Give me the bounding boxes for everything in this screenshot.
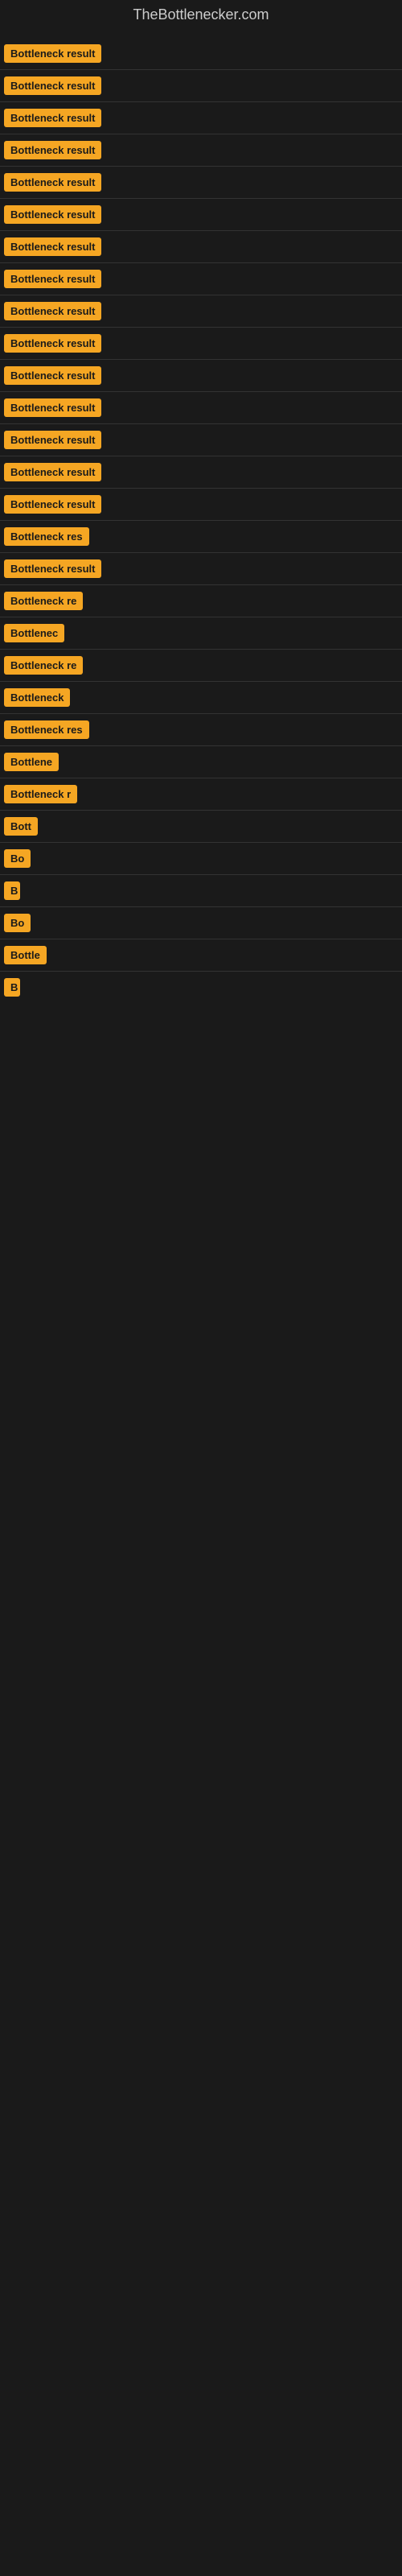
bottleneck-item: Bottleneck result	[4, 44, 398, 63]
bottleneck-badge[interactable]: Bottleneck result	[4, 559, 101, 578]
separator	[0, 198, 402, 199]
bottleneck-badge[interactable]: B	[4, 978, 20, 997]
bottleneck-badge[interactable]: Bottleneck result	[4, 302, 101, 320]
separator	[0, 391, 402, 392]
bottleneck-badge[interactable]: B	[4, 881, 20, 900]
bottleneck-badge[interactable]: Bottleneck result	[4, 205, 101, 224]
bottleneck-item: Bottlenec	[4, 624, 398, 642]
bottleneck-item: Bottleneck r	[4, 785, 398, 803]
separator	[0, 423, 402, 424]
bottleneck-item: Bottleneck result	[4, 302, 398, 320]
bottleneck-badge[interactable]: Bottlenec	[4, 624, 64, 642]
bottleneck-item: Bottleneck re	[4, 592, 398, 610]
bottleneck-item: Bottleneck result	[4, 237, 398, 256]
bottleneck-badge[interactable]: Bottleneck result	[4, 495, 101, 514]
bottleneck-item: B	[4, 978, 398, 997]
bottleneck-badge[interactable]: Bottleneck result	[4, 463, 101, 481]
bottleneck-badge[interactable]: Bottleneck re	[4, 592, 83, 610]
bottleneck-badge[interactable]: Bottleneck result	[4, 44, 101, 63]
bottleneck-badge[interactable]: Bott	[4, 817, 38, 836]
bottleneck-list: Bottleneck result Bottleneck result Bottle…	[0, 30, 402, 1011]
bottleneck-badge[interactable]: Bo	[4, 914, 31, 932]
separator	[0, 69, 402, 70]
separator	[0, 649, 402, 650]
bottleneck-item: Bo	[4, 914, 398, 932]
bottleneck-badge[interactable]: Bottleneck result	[4, 270, 101, 288]
bottleneck-badge[interactable]: Bottleneck result	[4, 237, 101, 256]
bottleneck-badge[interactable]: Bottleneck result	[4, 76, 101, 95]
bottleneck-item: Bottleneck re	[4, 656, 398, 675]
separator	[0, 906, 402, 907]
bottleneck-badge[interactable]: Bottle	[4, 946, 47, 964]
bottleneck-badge[interactable]: Bottleneck res	[4, 720, 89, 739]
bottleneck-item: Bottleneck result	[4, 398, 398, 417]
bottleneck-item: Bottleneck result	[4, 76, 398, 95]
separator	[0, 552, 402, 553]
bottleneck-badge[interactable]: Bottleneck result	[4, 398, 101, 417]
separator	[0, 842, 402, 843]
separator	[0, 971, 402, 972]
separator	[0, 166, 402, 167]
bottleneck-badge[interactable]: Bottleneck	[4, 688, 70, 707]
separator	[0, 327, 402, 328]
separator	[0, 681, 402, 682]
site-title: TheBottlenecker.com	[0, 0, 402, 30]
separator	[0, 874, 402, 875]
separator	[0, 230, 402, 231]
bottleneck-item: Bottleneck result	[4, 463, 398, 481]
separator	[0, 101, 402, 102]
separator	[0, 488, 402, 489]
bottleneck-item: Bottlene	[4, 753, 398, 771]
bottleneck-item: Bottleneck result	[4, 366, 398, 385]
bottleneck-item: Bo	[4, 849, 398, 868]
bottleneck-item: B	[4, 881, 398, 900]
bottleneck-badge[interactable]: Bottleneck r	[4, 785, 77, 803]
bottleneck-badge[interactable]: Bottlene	[4, 753, 59, 771]
bottleneck-item: Bottleneck result	[4, 559, 398, 578]
bottleneck-badge[interactable]: Bottleneck res	[4, 527, 89, 546]
bottleneck-item: Bottleneck result	[4, 431, 398, 449]
separator	[0, 262, 402, 263]
bottleneck-badge[interactable]: Bottleneck result	[4, 431, 101, 449]
separator	[0, 713, 402, 714]
separator	[0, 745, 402, 746]
bottleneck-item: Bottleneck result	[4, 109, 398, 127]
bottleneck-item: Bottleneck result	[4, 205, 398, 224]
bottleneck-badge[interactable]: Bottleneck result	[4, 109, 101, 127]
bottleneck-badge[interactable]: Bottleneck result	[4, 366, 101, 385]
bottleneck-badge[interactable]: Bo	[4, 849, 31, 868]
bottleneck-item: Bottleneck result	[4, 495, 398, 514]
bottleneck-badge[interactable]: Bottleneck result	[4, 334, 101, 353]
bottleneck-item: Bottleneck res	[4, 527, 398, 546]
bottleneck-item: Bottleneck	[4, 688, 398, 707]
bottleneck-badge[interactable]: Bottleneck result	[4, 141, 101, 159]
bottleneck-item: Bottle	[4, 946, 398, 964]
bottleneck-item: Bott	[4, 817, 398, 836]
separator	[0, 584, 402, 585]
bottleneck-item: Bottleneck result	[4, 270, 398, 288]
separator	[0, 359, 402, 360]
bottom-area	[0, 1011, 402, 1575]
separator	[0, 810, 402, 811]
bottleneck-item: Bottleneck result	[4, 334, 398, 353]
bottleneck-item: Bottleneck res	[4, 720, 398, 739]
bottleneck-item: Bottleneck result	[4, 141, 398, 159]
bottleneck-item: Bottleneck result	[4, 173, 398, 192]
bottleneck-badge[interactable]: Bottleneck result	[4, 173, 101, 192]
bottleneck-badge[interactable]: Bottleneck re	[4, 656, 83, 675]
separator	[0, 520, 402, 521]
